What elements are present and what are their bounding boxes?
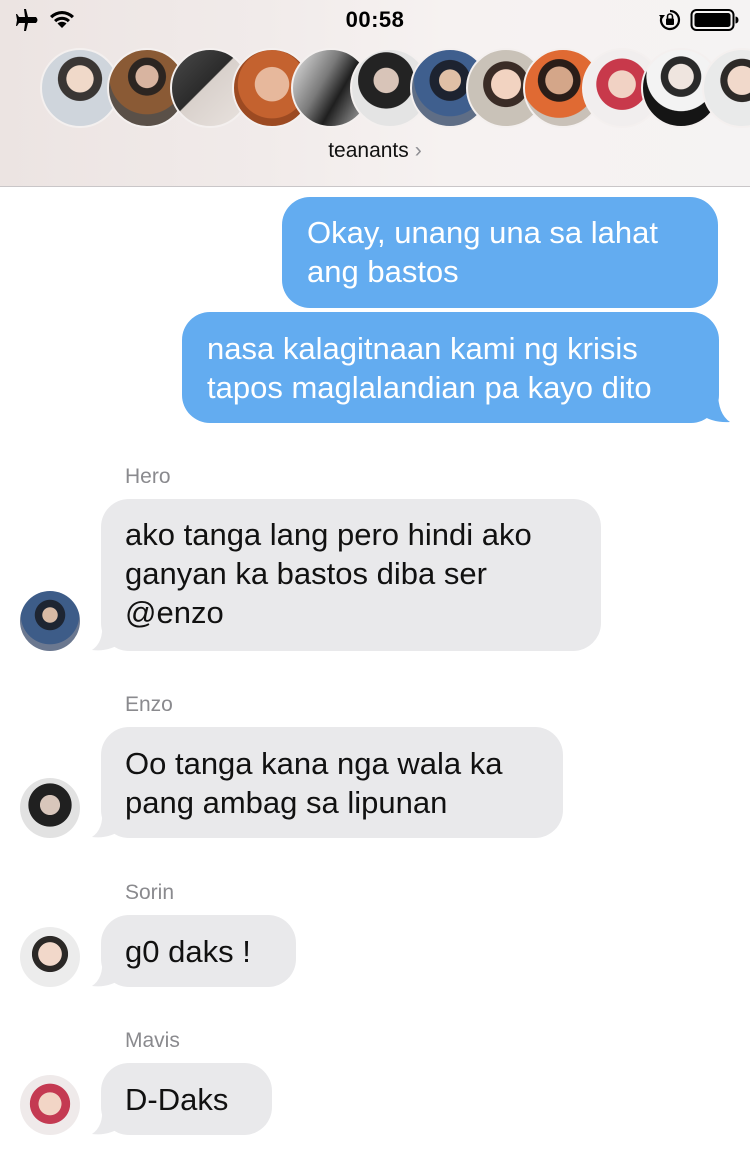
message-line: nasa kalagitnaan kami ng krisis	[207, 331, 638, 366]
status-bar: 00:58	[0, 0, 750, 40]
status-time: 00:58	[345, 7, 405, 32]
sender-avatar[interactable]	[20, 1075, 80, 1135]
sender-avatar[interactable]	[20, 778, 80, 838]
incoming-bubble-tail	[92, 958, 122, 987]
message-line: D-Daks	[125, 1082, 229, 1117]
sender-name: Mavis	[125, 1029, 180, 1052]
message-line: g0 daks !	[125, 934, 251, 969]
incoming-bubble-tail	[92, 622, 122, 651]
outgoing-message-bubble[interactable]: Okay, unang una sa lahat ang bastos	[282, 197, 718, 308]
incoming-message-bubble[interactable]: D-Daks	[101, 1063, 272, 1135]
group-members-avatars[interactable]	[0, 46, 750, 130]
sender-avatar[interactable]	[20, 591, 80, 651]
incoming-message-bubble[interactable]: Oo tanga kana nga wala ka pang ambag sa …	[101, 727, 563, 838]
sender-name: Enzo	[125, 693, 173, 716]
outgoing-message-bubble[interactable]: nasa kalagitnaan kami ng krisis tapos ma…	[182, 312, 719, 423]
incoming-bubble-tail	[92, 1106, 122, 1135]
group-name-label: teanants	[328, 139, 409, 162]
sender-avatar[interactable]	[20, 927, 80, 987]
battery-icon	[690, 9, 739, 31]
group-name-button[interactable]: teanants ›	[0, 139, 750, 163]
conversation-header: 00:58 teanants ›	[0, 0, 750, 187]
message-line: Oo tanga kana nga wala ka	[125, 746, 503, 781]
message-line: ganyan ka bastos diba ser	[125, 556, 487, 591]
message-line: pang ambag sa lipunan	[125, 785, 448, 820]
message-line: @enzo	[125, 595, 224, 630]
message-line: ang bastos	[307, 254, 459, 289]
outgoing-bubble-tail	[700, 392, 730, 423]
orientation-lock-icon	[659, 9, 681, 31]
message-line: tapos maglalandian pa kayo dito	[207, 370, 652, 405]
message-line: ako tanga lang pero hindi ako	[125, 517, 532, 552]
sender-name: Sorin	[125, 881, 175, 904]
incoming-message-bubble[interactable]: g0 daks !	[101, 915, 296, 987]
incoming-message-bubble[interactable]: ako tanga lang pero hindi ako ganyan ka …	[101, 499, 601, 651]
incoming-bubble-tail	[92, 809, 122, 838]
message-line: Okay, unang una sa lahat	[307, 215, 659, 250]
sender-name: Hero	[125, 465, 171, 488]
chevron-right-icon: ›	[414, 139, 422, 162]
